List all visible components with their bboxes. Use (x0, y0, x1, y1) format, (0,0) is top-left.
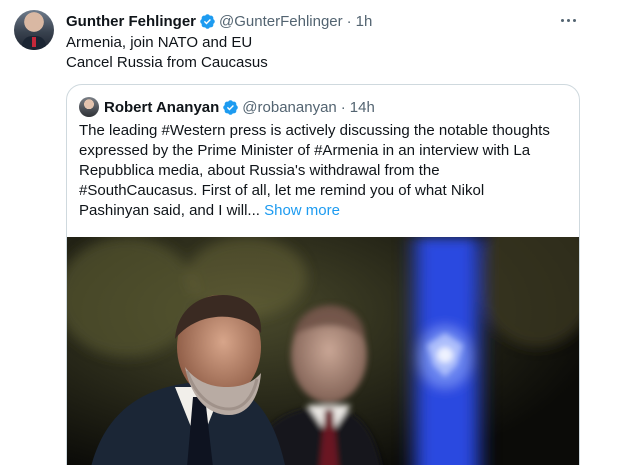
quoted-author-handle[interactable]: @robananyan (242, 99, 336, 116)
author-avatar[interactable] (14, 10, 54, 50)
tweet-header: Gunther Fehlinger @GunterFehlinger · 1h (66, 11, 372, 31)
quoted-text-line: #SouthCaucasus. First of all, let me rem… (79, 182, 485, 199)
separator-dot: · (340, 98, 346, 116)
more-options-icon[interactable] (553, 8, 583, 32)
quoted-text-line: expressed by the Prime Minister of #Arme… (79, 142, 531, 159)
quoted-tweet-timestamp[interactable]: 14h (350, 99, 375, 116)
verified-badge-icon (222, 99, 239, 116)
verified-badge-icon (199, 13, 216, 30)
quoted-text-last-line: Pashinyan said, and I will... Show more (79, 201, 573, 221)
separator-dot: · (346, 12, 352, 30)
tweet[interactable]: Gunther Fehlinger @GunterFehlinger · 1h … (0, 0, 617, 465)
quoted-text-truncated: Pashinyan said, and I will... (79, 202, 260, 219)
quoted-tweet-photo[interactable] (67, 237, 579, 465)
quoted-author-name[interactable]: Robert Ananyan (104, 99, 219, 116)
quoted-text-line: Repubblica media, about Russia's withdra… (79, 162, 440, 179)
author-name[interactable]: Gunther Fehlinger (66, 13, 196, 30)
quoted-tweet-header: Robert Ananyan @robananyan · 14h (79, 97, 375, 117)
show-more-link[interactable]: Show more (264, 202, 340, 219)
quoted-tweet[interactable]: Robert Ananyan @robananyan · 14h The lea… (66, 84, 580, 465)
tweet-timestamp[interactable]: 1h (356, 13, 373, 30)
quoted-text-line: The leading #Western press is actively d… (79, 122, 550, 139)
tweet-text-line: Armenia, join NATO and EU (66, 34, 253, 51)
quoted-tweet-text: The leading #Western press is actively d… (79, 121, 573, 221)
author-handle[interactable]: @GunterFehlinger (219, 13, 343, 30)
quoted-author-avatar[interactable] (79, 97, 99, 117)
tweet-text-line: Cancel Russia from Caucasus (66, 54, 268, 71)
